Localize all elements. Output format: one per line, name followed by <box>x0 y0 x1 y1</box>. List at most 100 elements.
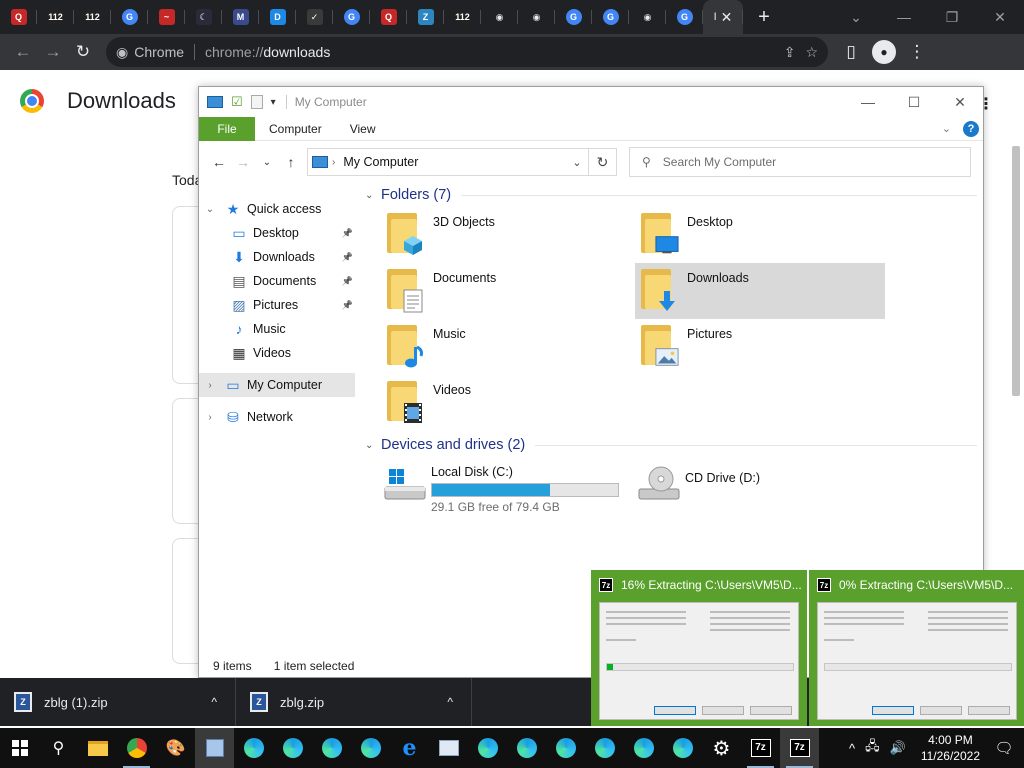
chevron-up-icon[interactable]: ^ <box>447 695 453 709</box>
tab[interactable]: ◉ <box>518 0 555 34</box>
taskbar-file-explorer[interactable] <box>78 728 117 768</box>
taskbar-edge[interactable] <box>585 728 624 768</box>
taskbar-edge[interactable] <box>312 728 351 768</box>
forward-icon[interactable]: → <box>38 37 68 67</box>
new-tab-button[interactable]: + <box>749 6 779 29</box>
notification-icon[interactable]: 🗨 <box>990 739 1018 757</box>
drive-item-c[interactable]: Local Disk (C:) 29.1 GB free of 79.4 GB <box>381 461 635 514</box>
search-input[interactable]: ⚲ Search My Computer <box>629 147 971 177</box>
close-window-icon[interactable]: ✕ <box>976 0 1024 34</box>
tab-view[interactable]: View <box>336 117 390 141</box>
collapse-chevron-icon[interactable]: ⌄ <box>365 440 381 451</box>
tab[interactable]: ☾ <box>185 0 222 34</box>
nav-item-documents[interactable]: ▤ Documents 📌 <box>199 269 355 293</box>
start-button[interactable] <box>0 728 39 768</box>
nav-item-quick-access[interactable]: ⌄ ★ Quick access <box>199 197 355 221</box>
taskbar-edge[interactable] <box>234 728 273 768</box>
taskbar-app[interactable] <box>429 728 468 768</box>
taskbar-edge[interactable] <box>624 728 663 768</box>
up-icon[interactable]: ↑ <box>279 154 303 170</box>
taskbar-edge[interactable] <box>468 728 507 768</box>
chevron-down-icon[interactable]: ⌄ <box>566 156 588 169</box>
taskbar-thumbnail[interactable]: 7z 16% Extracting C:\Users\VM5\D... <box>591 570 807 726</box>
reload-icon[interactable]: ↻ <box>68 37 98 67</box>
pin-icon[interactable]: 📌 <box>342 252 353 263</box>
back-icon[interactable]: ← <box>8 37 38 67</box>
folder-item-3d-objects[interactable]: 3D Objects <box>381 207 635 263</box>
page-scrollbar-thumb[interactable] <box>1012 146 1020 396</box>
chevron-down-icon[interactable]: ⌄ <box>203 204 217 215</box>
network-icon[interactable]: 🖧 <box>865 737 880 759</box>
search-button[interactable]: ⚲ <box>39 728 78 768</box>
clock[interactable]: 4:00 PM 11/26/2022 <box>921 732 980 764</box>
tab[interactable]: 112 <box>444 0 481 34</box>
download-shelf-item[interactable]: Zzblg (1).zip ^ <box>0 678 236 726</box>
folder-item-documents[interactable]: Documents <box>381 263 635 319</box>
download-shelf-item[interactable]: Zzblg.zip ^ <box>236 678 472 726</box>
refresh-icon[interactable]: ↻ <box>589 148 617 176</box>
chevron-up-icon[interactable]: ^ <box>211 695 217 709</box>
tab-search-icon[interactable]: ⌄ <box>832 0 880 34</box>
nav-item-music[interactable]: ♪ Music <box>199 317 355 341</box>
drives-group-header[interactable]: ⌄ Devices and drives (2) <box>365 433 977 457</box>
collapse-chevron-icon[interactable]: ⌄ <box>365 190 381 201</box>
tab[interactable]: G <box>555 0 592 34</box>
pin-icon[interactable]: 📌 <box>342 276 353 287</box>
folders-group-header[interactable]: ⌄ Folders (7) <box>365 183 977 207</box>
tab[interactable]: Q <box>0 0 37 34</box>
chevron-right-icon[interactable]: › <box>203 412 217 423</box>
tab[interactable]: G <box>333 0 370 34</box>
taskbar-edge[interactable] <box>273 728 312 768</box>
nav-item-videos[interactable]: ▦ Videos <box>199 341 355 365</box>
profile-avatar-icon[interactable]: ● <box>872 40 896 64</box>
nav-item-downloads[interactable]: ⬇ Downloads 📌 <box>199 245 355 269</box>
properties-icon[interactable]: ☑ <box>231 94 243 110</box>
pin-icon[interactable]: 📌 <box>342 300 353 311</box>
taskbar-app[interactable] <box>195 728 234 768</box>
pin-icon[interactable]: 📌 <box>342 228 353 239</box>
nav-item-my-computer[interactable]: › ▭ My Computer <box>199 373 355 397</box>
new-folder-icon[interactable] <box>250 95 263 109</box>
customize-qat-icon[interactable]: ▾ <box>271 97 276 108</box>
maximize-icon[interactable]: ☐ <box>891 94 937 111</box>
volume-icon[interactable]: 🔊 <box>890 740 906 756</box>
tab[interactable]: ~ <box>148 0 185 34</box>
tab[interactable]: D <box>259 0 296 34</box>
tab[interactable]: 112 <box>74 0 111 34</box>
nav-item-desktop[interactable]: ▭ Desktop 📌 <box>199 221 355 245</box>
tab[interactable]: Q <box>370 0 407 34</box>
forward-icon[interactable]: → <box>231 154 255 170</box>
folder-item-desktop[interactable]: Desktop <box>635 207 889 263</box>
tab[interactable]: ◉ <box>629 0 666 34</box>
restore-icon[interactable]: ❐ <box>928 0 976 34</box>
folder-item-downloads[interactable]: Downloads <box>635 263 885 319</box>
taskbar-thumbnail[interactable]: 7z 0% Extracting C:\Users\VM5\D... <box>809 570 1024 726</box>
taskbar-7zip[interactable]: 7z <box>741 728 780 768</box>
show-hidden-icons-icon[interactable]: ^ <box>849 741 855 756</box>
chrome-menu-icon[interactable]: ⋮ <box>902 37 932 67</box>
omnibox[interactable]: ◉ Chrome chrome:// downloads ⇪ ☆ <box>106 37 828 67</box>
tab[interactable]: ✓ <box>296 0 333 34</box>
taskbar-edge[interactable] <box>663 728 702 768</box>
taskbar-paint[interactable]: 🎨 <box>156 728 195 768</box>
address-chevron-icon[interactable]: › <box>332 157 335 168</box>
minimize-icon[interactable]: — <box>845 94 891 111</box>
tab[interactable]: ◉ <box>481 0 518 34</box>
folder-item-music[interactable]: Music <box>381 319 635 375</box>
taskbar-edge[interactable] <box>507 728 546 768</box>
close-tab-icon[interactable]: ✕ <box>721 9 733 26</box>
taskbar-chrome[interactable] <box>117 728 156 768</box>
address-bar[interactable]: › My Computer ⌄ <box>307 148 589 176</box>
taskbar-edge[interactable] <box>351 728 390 768</box>
tab[interactable]: 112 <box>37 0 74 34</box>
bookmark-star-icon[interactable]: ☆ <box>805 44 818 61</box>
recent-locations-icon[interactable]: ⌄ <box>255 157 279 168</box>
side-panel-icon[interactable]: ▯ <box>836 37 866 67</box>
drive-item-d[interactable]: CD Drive (D:) <box>635 461 889 514</box>
nav-item-network[interactable]: › ⛁ Network <box>199 405 355 429</box>
taskbar-ie[interactable]: e <box>390 728 429 768</box>
share-icon[interactable]: ⇪ <box>784 44 796 61</box>
folder-item-pictures[interactable]: Pictures <box>635 319 889 375</box>
taskbar-7zip[interactable]: 7z <box>780 728 819 768</box>
tab[interactable]: G <box>666 0 703 34</box>
